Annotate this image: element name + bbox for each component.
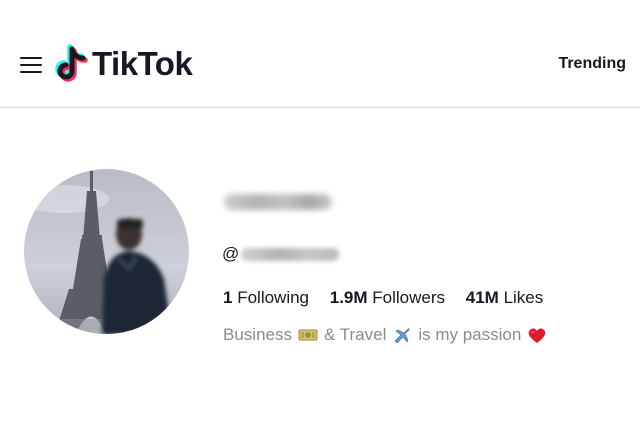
menu-line: [20, 57, 42, 59]
logo-wordmark: TikTok: [92, 45, 193, 82]
username-handle: @: [222, 244, 340, 264]
stat-number: 41M: [465, 288, 499, 307]
followers-count[interactable]: 1.9M Followers: [330, 288, 445, 308]
profile-stats: 1 Following 1.9M Followers 41M Likes: [223, 288, 559, 308]
profile-avatar: [24, 169, 189, 334]
stat-number: 1: [223, 288, 233, 307]
menu-line: [20, 64, 42, 66]
following-count[interactable]: 1 Following: [223, 288, 309, 308]
airplane-emoji-icon: [394, 328, 410, 344]
hamburger-menu-button[interactable]: [18, 54, 44, 76]
nickname-redacted: [224, 194, 332, 210]
money-emoji-icon: [298, 329, 318, 341]
menu-line: [20, 71, 42, 73]
tiktok-logo[interactable]: TikTok: [54, 44, 193, 84]
likes-count: 41M Likes: [466, 288, 544, 308]
stat-label: Following: [237, 288, 310, 307]
top-nav: TikTok Trending: [0, 0, 640, 108]
handle-redacted: [241, 247, 340, 261]
stat-label: Likes: [503, 288, 544, 307]
trending-link[interactable]: Trending: [558, 55, 626, 73]
bio-text: is my passion: [418, 325, 522, 344]
bio-text: & Travel: [323, 325, 387, 344]
stat-number: 1.9M: [329, 288, 368, 307]
avatar-photo: [24, 169, 189, 334]
tiktok-note-icon: [55, 44, 88, 82]
profile-bio: Business & Travel is my passion: [223, 325, 553, 345]
bio-text: Business: [223, 325, 292, 344]
heart-emoji-icon: [529, 328, 546, 343]
handle-at-sign: @: [222, 244, 240, 263]
stat-label: Followers: [372, 288, 446, 307]
